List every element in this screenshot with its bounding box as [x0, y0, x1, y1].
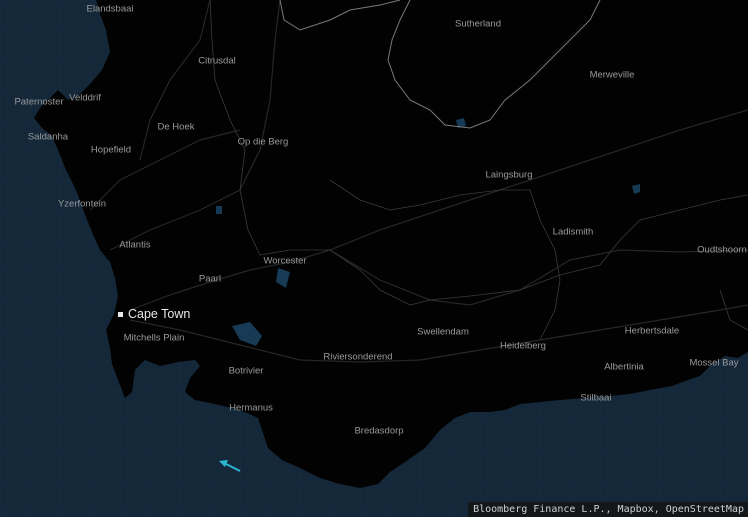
- place-label-velddrif: Velddrif: [69, 92, 101, 104]
- place-label-merweville: Merweville: [589, 69, 635, 81]
- place-label-stilbaai: Stilbaai: [580, 392, 612, 404]
- place-label-elandsbaai: Elandsbaai: [86, 3, 134, 15]
- place-label-botrivier: Botrivier: [228, 365, 264, 377]
- map-canvas: [0, 0, 748, 517]
- place-label-laingsburg: Laingsburg: [485, 169, 533, 181]
- place-label-paternoster: Paternoster: [14, 96, 64, 108]
- water-body: [216, 206, 222, 214]
- map-view[interactable]: Elandsbaai Sutherland Citrusdal Merwevil…: [0, 0, 748, 517]
- place-label-worcester: Worcester: [263, 255, 307, 267]
- map-attribution: Bloomberg Finance L.P., Mapbox, OpenStre…: [468, 502, 748, 517]
- capital-marker-icon: [118, 312, 123, 317]
- capital-label: Cape Town: [128, 307, 191, 321]
- place-label-ladismith: Ladismith: [552, 226, 594, 238]
- place-label-hopefield: Hopefield: [90, 144, 132, 156]
- place-label-riviersonderend: Riviersonderend: [323, 351, 393, 363]
- place-label-swellendam: Swellendam: [417, 326, 469, 338]
- place-label-citrusdal: Citrusdal: [198, 55, 236, 67]
- place-label-yzerfontein: Yzerfontein: [57, 198, 107, 210]
- place-label-mossel-bay: Mossel Bay: [689, 357, 739, 369]
- place-label-heidelberg: Heidelberg: [500, 340, 546, 352]
- place-label-paarl: Paarl: [198, 273, 222, 285]
- place-label-oudtshoorn: Oudtshoorn: [697, 244, 747, 256]
- place-label-herbertsdale: Herbertsdale: [624, 325, 680, 337]
- place-label-bredasdorp: Bredasdorp: [354, 425, 404, 437]
- place-label-mitchells-plain: Mitchells Plain: [123, 332, 185, 344]
- place-label-de-hoek: De Hoek: [157, 121, 195, 133]
- place-label-sutherland: Sutherland: [455, 18, 501, 30]
- place-label-albertinia: Albertinia: [604, 361, 644, 373]
- place-label-atlantis: Atlantis: [119, 239, 151, 251]
- place-label-op-die-berg: Op die Berg: [237, 136, 289, 148]
- place-label-hermanus: Hermanus: [229, 402, 273, 414]
- place-label-saldanha: Saldanha: [27, 131, 69, 143]
